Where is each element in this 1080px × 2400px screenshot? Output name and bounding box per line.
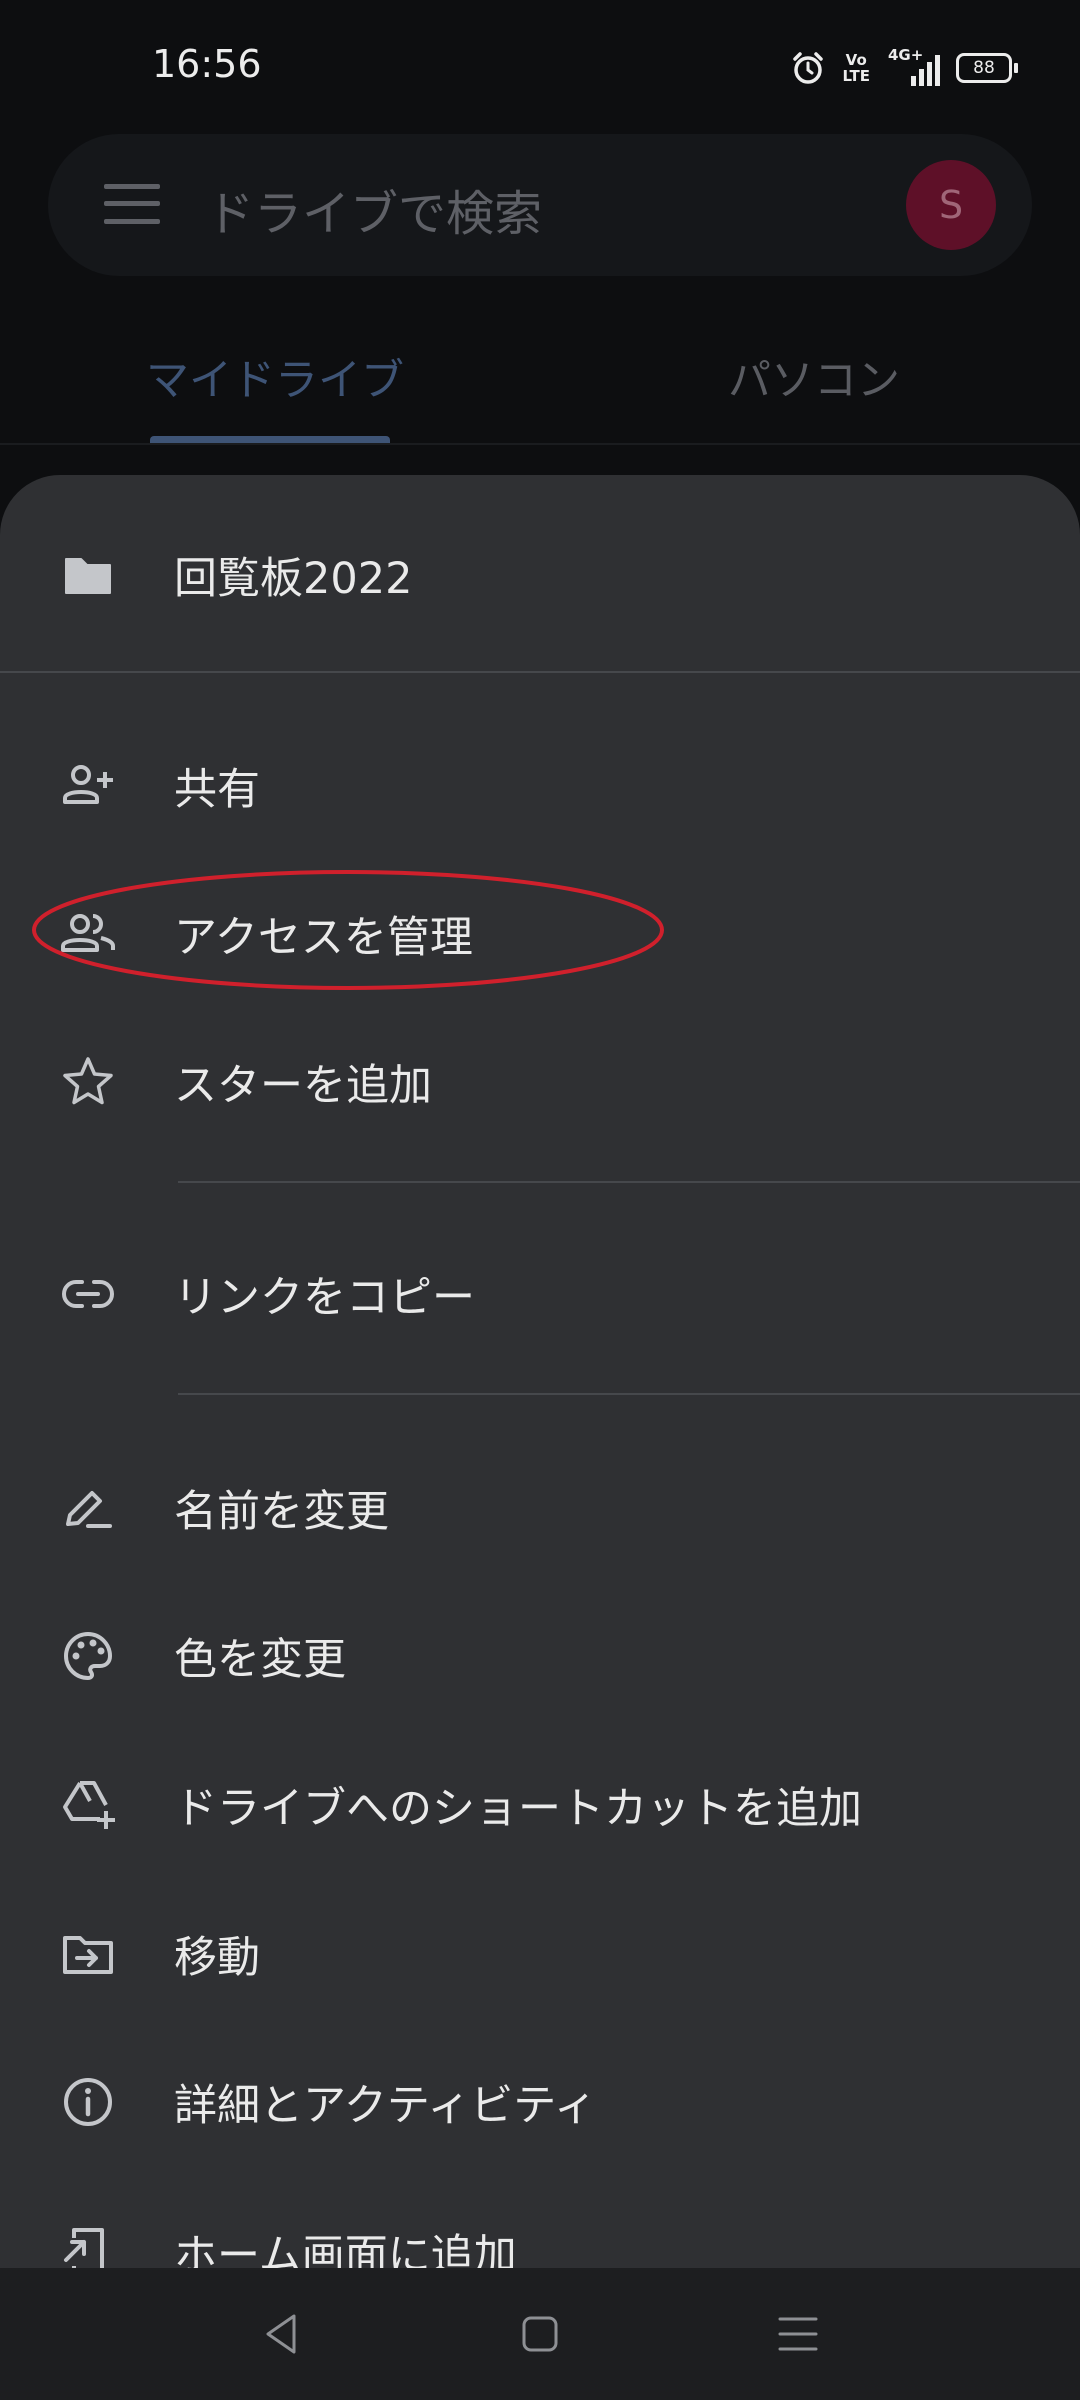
rename-icon — [66, 1491, 112, 1528]
hamburger-menu-icon[interactable] — [104, 184, 160, 224]
menu-item-label: 共有 — [174, 765, 260, 815]
info-icon — [64, 2078, 112, 2126]
status-bar: 16:56 Vo LTE 4G+ 88 — [0, 0, 1080, 134]
menu-item-change-color[interactable]: 色を変更 — [0, 1586, 1080, 1726]
menu-item-label: ドライブへのショートカットを追加 — [174, 1784, 862, 1834]
recents-icon[interactable] — [770, 2306, 826, 2362]
highlight-ellipse — [32, 870, 664, 990]
menu-divider — [178, 1393, 1080, 1395]
menu-item-label: 移動 — [174, 1933, 260, 1983]
menu-item-add-star[interactable]: スターを追加 — [0, 1012, 1080, 1152]
volte-icon: Vo LTE — [842, 52, 870, 84]
menu-item-label: 名前を変更 — [174, 1487, 389, 1537]
link-icon — [62, 1280, 114, 1308]
status-time: 16:56 — [152, 42, 262, 86]
battery-level: 88 — [956, 53, 1012, 83]
menu-item-details[interactable]: 詳細とアクティビティ — [0, 2032, 1080, 2172]
search-placeholder[interactable]: ドライブで検索 — [206, 174, 542, 244]
back-icon[interactable] — [254, 2306, 310, 2362]
home-icon[interactable] — [512, 2306, 568, 2362]
folder-icon — [65, 558, 111, 594]
menu-item-rename[interactable]: 名前を変更 — [0, 1438, 1080, 1578]
add-shortcut-icon — [63, 1781, 115, 1829]
menu-item-share[interactable]: 共有 — [0, 716, 1080, 856]
tab-computers[interactable]: パソコン — [728, 346, 900, 408]
star-icon — [63, 1057, 113, 1105]
menu-item-label: 色を変更 — [174, 1635, 346, 1685]
volte-top: Vo — [845, 51, 867, 69]
menu-item-copy-link[interactable]: リンクをコピー — [0, 1224, 1080, 1364]
tab-my-drive[interactable]: マイドライブ — [146, 346, 404, 408]
volte-bottom: LTE — [842, 67, 870, 85]
file-name: 回覧板2022 — [174, 554, 413, 604]
status-icons: Vo LTE 4G+ 88 — [790, 44, 1018, 92]
signal-4g-icon: 4G+ — [886, 46, 940, 88]
alarm-icon — [793, 52, 824, 84]
menu-divider — [178, 1181, 1080, 1183]
sheet-divider — [0, 671, 1080, 673]
move-folder-icon — [63, 1936, 113, 1974]
screen: 16:56 Vo LTE 4G+ 88 ドライブで検索 S マイドライブ パソコ… — [0, 0, 1080, 2400]
sheet-header: 回覧板2022 — [0, 505, 1080, 645]
person-add-icon — [63, 765, 113, 804]
menu-item-label: 詳細とアクティビティ — [174, 2081, 597, 2131]
menu-item-label: リンクをコピー — [174, 1273, 475, 1323]
battery-icon: 88 — [956, 53, 1018, 83]
palette-icon — [64, 1632, 112, 1680]
tab-divider — [0, 443, 1080, 445]
menu-item-label: スターを追加 — [174, 1061, 432, 1111]
menu-item-add-shortcut[interactable]: ドライブへのショートカットを追加 — [0, 1735, 1080, 1875]
menu-item-move[interactable]: 移動 — [0, 1884, 1080, 2024]
account-avatar[interactable]: S — [906, 160, 996, 250]
system-nav-bar — [0, 2268, 1080, 2400]
